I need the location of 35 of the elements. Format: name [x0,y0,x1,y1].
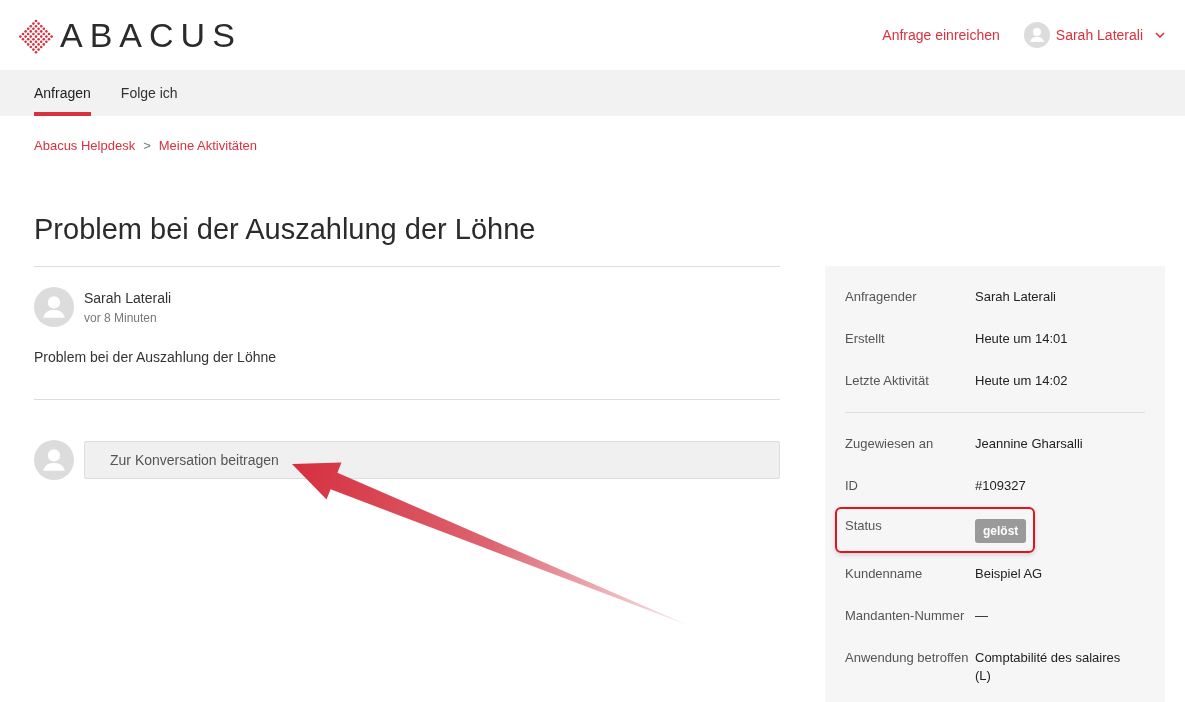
nav-tab[interactable]: Anfragen [34,70,91,116]
post-time: vor 8 Minuten [84,310,158,325]
status-badge: gelöst [975,519,1027,543]
avatar-icon [34,440,74,480]
submit-request-link[interactable]: Anfrage einreichen [882,27,1000,43]
detail-label: Letzte Aktivität [845,372,930,390]
logo-text: ABACUS [60,15,242,55]
nav-tab[interactable]: Folge ich [120,70,178,116]
author-name: Sarah Laterali [84,289,172,306]
avatar-icon [1023,22,1050,48]
detail-label: Mandanten-Nummer [845,607,966,625]
detail-label: Status [845,517,883,535]
detail-label: Erstellt [845,330,886,348]
avatar-icon [34,287,74,327]
detail-label: ID [845,477,859,495]
detail-label: Anwendung betroffen [845,649,969,667]
breadcrumb-link[interactable]: Abacus Helpdesk [34,138,136,153]
detail-value: Sarah Laterali [975,288,1056,306]
detail-value: Heute um 14:02 [975,372,1068,390]
post-body: Problem bei der Auszahlung der Löhne [34,349,278,365]
breadcrumb-link[interactable]: Meine Aktivitäten [158,138,258,153]
chevron-down-icon [1155,32,1165,38]
user-menu[interactable]: Sarah Laterali [1023,22,1165,48]
detail-value: #109327 [975,477,1026,495]
detail-value: — [975,607,988,625]
breadcrumb-separator: > [143,138,151,153]
detail-value: Beispiel AG [975,565,1043,583]
reply-field[interactable]: Zur Konversation beitragen [84,441,780,479]
detail-label: Kundenname [845,565,924,583]
detail-label: Zugewiesen an [845,435,935,453]
detail-value: Jeannine Gharsalli [975,435,1083,453]
detail-value: Comptabilité des salaires (L) [975,649,1122,685]
detail-label: Anfragender [845,288,918,306]
page-title: Problem bei der Auszahlung der Löhne [34,213,537,246]
detail-value: Heute um 14:01 [975,330,1068,348]
